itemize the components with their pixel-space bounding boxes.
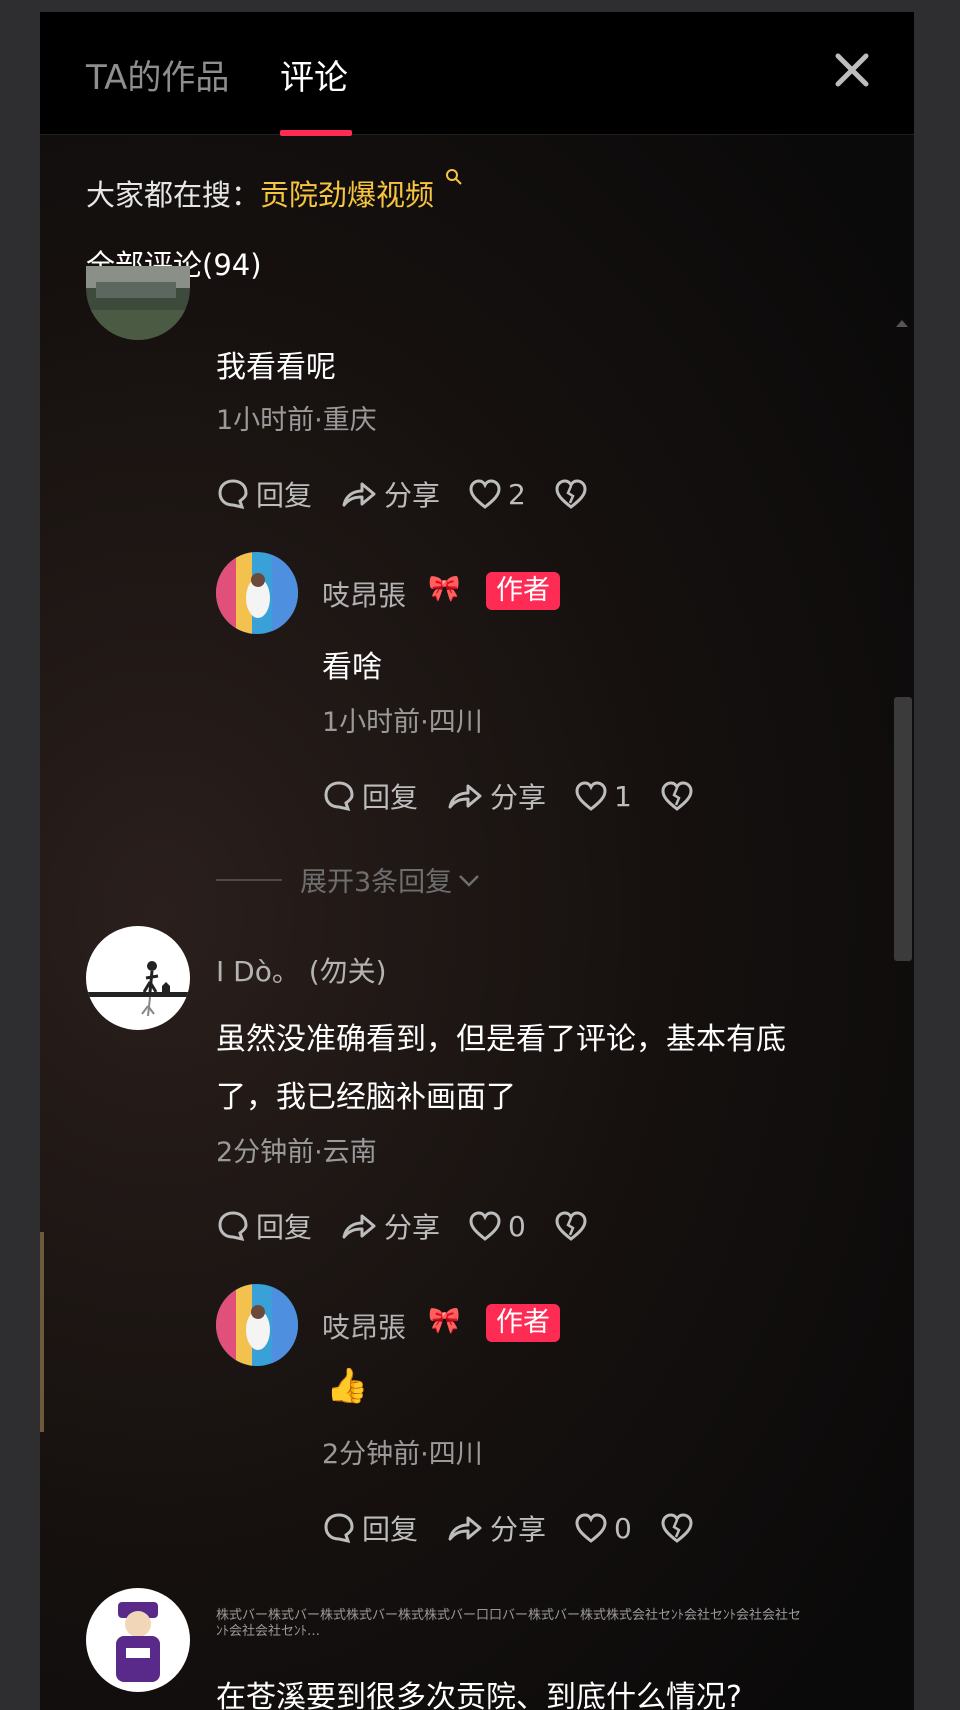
reply-meta: 1小时前·四川 <box>322 707 483 738</box>
dislike-button[interactable] <box>554 1210 594 1242</box>
heart-icon <box>469 1211 501 1241</box>
comment-author-name[interactable]: I Dò。 (勿关) <box>216 950 387 990</box>
like-count: 1 <box>614 779 632 813</box>
search-icon <box>446 169 462 185</box>
broken-heart-icon <box>661 1513 693 1543</box>
comment-text: 我看看呢 <box>216 350 336 385</box>
reply-button[interactable]: 回复 <box>216 474 312 514</box>
share-button[interactable]: 分享 <box>446 776 546 816</box>
share-label: 分享 <box>384 479 441 512</box>
share-arrow-icon <box>448 1516 482 1541</box>
expand-replies-button[interactable]: 展开3条回复 <box>216 860 482 899</box>
tab-works[interactable]: TA的作品 <box>86 50 229 99</box>
like-button[interactable]: 0 <box>468 1210 526 1243</box>
tab-active-indicator <box>280 130 352 136</box>
share-arrow-icon <box>342 482 376 507</box>
comment-meta: 2分钟前·云南 <box>216 1137 377 1168</box>
comments-panel: TA的作品 评论 大家都在搜：贡院劲爆视频 全部评论(94) 我看看呢 1小时前… <box>40 12 914 1710</box>
reply-meta: 2分钟前·四川 <box>322 1439 483 1470</box>
share-label: 分享 <box>384 1211 441 1244</box>
reply-label: 回复 <box>362 1513 419 1546</box>
share-arrow-icon <box>342 1214 376 1239</box>
reply-text: 看啥 <box>322 650 382 685</box>
heart-icon <box>575 781 607 811</box>
broken-heart-icon <box>555 1211 587 1241</box>
dislike-button[interactable] <box>660 780 700 812</box>
reply-actions: 回复 分享 1 <box>322 776 728 816</box>
reply-text: 👍 <box>326 1366 369 1406</box>
reply-label: 回复 <box>256 1211 313 1244</box>
expand-replies-label: 展开3条回复 <box>300 867 453 898</box>
comment-text-line2: 了，我已经脑补画面了 <box>216 1080 516 1115</box>
reply-author-name[interactable]: 吱昂張 <box>322 1306 406 1346</box>
bow-icon: 🎀 <box>428 574 461 604</box>
avatar[interactable] <box>86 926 190 1030</box>
author-badge: 作者 <box>486 572 560 610</box>
like-button[interactable]: 0 <box>574 1512 632 1545</box>
like-count: 0 <box>508 1209 526 1243</box>
like-button[interactable]: 1 <box>574 780 632 813</box>
reply-actions: 回复 分享 0 <box>322 1508 728 1548</box>
share-arrow-icon <box>448 784 482 809</box>
share-button[interactable]: 分享 <box>446 1508 546 1548</box>
reply-author-name[interactable]: 吱昂張 <box>322 574 406 614</box>
dislike-button[interactable] <box>554 478 594 510</box>
share-label: 分享 <box>490 1513 547 1546</box>
comment-actions: 回复 分享 2 <box>216 474 622 514</box>
comment-bubble-icon <box>218 479 248 510</box>
author-badge: 作者 <box>486 1304 560 1342</box>
left-edge-strip <box>40 1232 44 1432</box>
avatar[interactable] <box>86 266 190 340</box>
bow-icon: 🎀 <box>428 1306 461 1336</box>
avatar[interactable] <box>86 1588 190 1692</box>
heart-icon <box>469 479 501 509</box>
dislike-button[interactable] <box>660 1512 700 1544</box>
reply-label: 回复 <box>256 479 313 512</box>
reply-label: 回复 <box>362 781 419 814</box>
tab-comments[interactable]: 评论 <box>280 50 348 99</box>
share-label: 分享 <box>490 781 547 814</box>
hot-search-link[interactable]: 贡院劲爆视频 <box>260 178 434 212</box>
close-icon <box>835 53 869 87</box>
comment-actions: 回复 分享 0 <box>216 1206 622 1246</box>
broken-heart-icon <box>661 781 693 811</box>
reply-button[interactable]: 回复 <box>216 1206 312 1246</box>
comment-bubble-icon <box>218 1211 248 1242</box>
like-count: 2 <box>508 477 526 511</box>
reply-button[interactable]: 回复 <box>322 1508 418 1548</box>
comment-author-name[interactable]: 株式バー株式バー株式株式バー株式株式バー口口バー株式バー株式株式会社セﾝﾄ会社セ… <box>216 1608 806 1640</box>
top-bar: TA的作品 评论 <box>40 12 914 136</box>
reply-avatar[interactable] <box>216 1284 298 1366</box>
close-button[interactable] <box>832 50 872 90</box>
like-button[interactable]: 2 <box>468 478 526 511</box>
comment-meta: 1小时前·重庆 <box>216 405 377 436</box>
scrollbar-thumb[interactable] <box>894 697 912 961</box>
like-count: 0 <box>614 1511 632 1545</box>
scroll-up-arrow[interactable] <box>896 320 908 327</box>
comment-bubble-icon <box>324 1513 354 1544</box>
reply-avatar[interactable] <box>216 552 298 634</box>
share-button[interactable]: 分享 <box>340 474 440 514</box>
chevron-down-icon <box>459 874 480 887</box>
hot-search: 大家都在搜：贡院劲爆视频 <box>86 169 463 214</box>
heart-icon <box>575 1513 607 1543</box>
hot-search-label: 大家都在搜： <box>86 178 261 212</box>
comment-text-line1: 虽然没准确看到，但是看了评论，基本有底 <box>216 1022 786 1057</box>
comment-bubble-icon <box>324 781 354 812</box>
share-button[interactable]: 分享 <box>340 1206 440 1246</box>
comment-text: 在苍溪要到很多次贡院、到底什么情况? <box>216 1680 742 1710</box>
reply-button[interactable]: 回复 <box>322 776 418 816</box>
broken-heart-icon <box>555 479 587 509</box>
divider-line <box>216 878 282 881</box>
